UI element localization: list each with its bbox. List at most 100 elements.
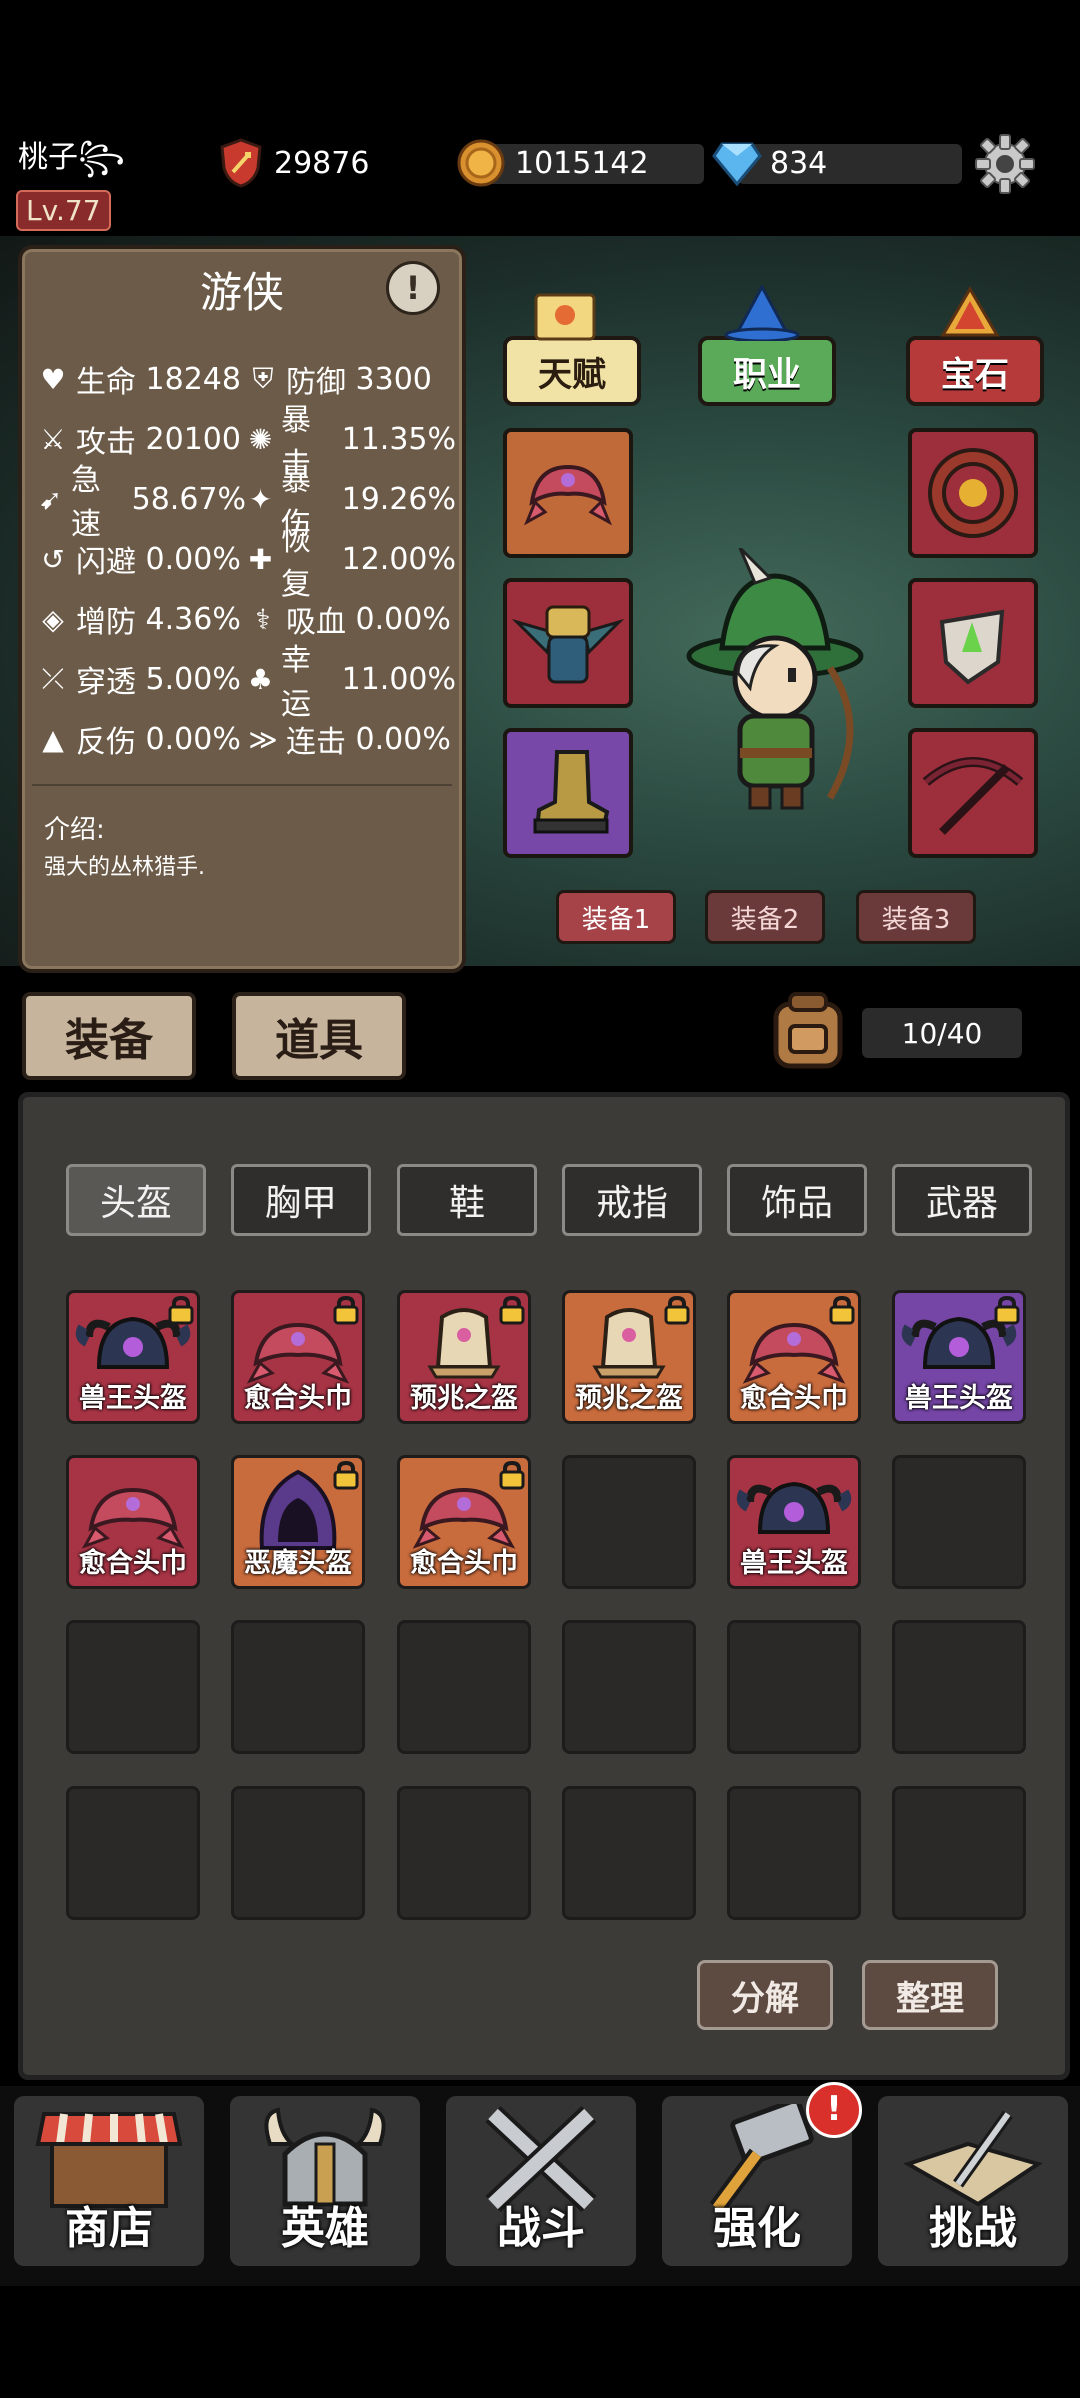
inventory-slot[interactable] bbox=[231, 1620, 365, 1754]
inventory-slot[interactable]: 愈合头巾 bbox=[66, 1455, 200, 1589]
intro-text: 强大的丛林猎手. bbox=[44, 855, 205, 880]
equip-set-2-tab[interactable]: 装备2 bbox=[705, 890, 825, 944]
stat-value: 19.26% bbox=[341, 481, 456, 517]
nav-shop-label: 商店 bbox=[65, 2203, 153, 2254]
lock-icon bbox=[498, 1460, 526, 1490]
nav-hero-label: 英雄 bbox=[281, 2203, 369, 2254]
nav-hero[interactable]: 英雄 bbox=[230, 2096, 420, 2266]
stat-label: 反伤 bbox=[76, 725, 136, 760]
speed-icon: ➹ bbox=[38, 482, 63, 516]
hero-info-panel: 游侠 ! ♥ 生命 18248 ⛨ 防御 3300 ⚔ 攻击 20100 ✺ 暴击 11… bbox=[18, 245, 466, 973]
item-name: 愈合头巾 bbox=[410, 1548, 518, 1579]
item-name: 兽王头盔 bbox=[79, 1383, 187, 1414]
item-name: 兽王头盔 bbox=[905, 1383, 1013, 1414]
inventory-slot[interactable] bbox=[727, 1620, 861, 1754]
equip-set-1-tab[interactable]: 装备1 bbox=[556, 890, 676, 944]
lock-icon bbox=[332, 1460, 360, 1490]
backpack-icon bbox=[773, 992, 843, 1069]
inventory-slot[interactable]: 恶魔头盔 bbox=[231, 1455, 365, 1589]
inventory-slot[interactable] bbox=[562, 1786, 696, 1920]
inventory-slot[interactable]: 愈合头巾 bbox=[397, 1455, 531, 1589]
stat-value: 58.67% bbox=[131, 481, 246, 517]
sword-icon: ⚔ bbox=[40, 422, 66, 456]
equip-set-3-tab[interactable]: 装备3 bbox=[856, 890, 976, 944]
inventory-slot[interactable] bbox=[231, 1786, 365, 1920]
player-level-badge: Lv.77 bbox=[16, 190, 111, 231]
lock-icon bbox=[828, 1295, 856, 1325]
item-name: 预兆之盔 bbox=[575, 1383, 683, 1414]
settings-gear-icon[interactable] bbox=[972, 131, 1038, 197]
equipped-helmet-slot[interactable] bbox=[503, 428, 633, 558]
inventory-slot[interactable]: 兽王头盔 bbox=[727, 1455, 861, 1589]
nav-challenge[interactable]: 挑战 bbox=[878, 2096, 1068, 2266]
gold-value: 1015142 bbox=[515, 145, 649, 181]
stat-value: 0.00% bbox=[145, 721, 241, 757]
boot-icon bbox=[533, 750, 610, 834]
stat-row: ↺ 闪避 0.00% ✚ 恢复 12.00% bbox=[36, 523, 456, 602]
gem-display: 834 bbox=[712, 138, 827, 188]
item-name: 兽王头盔 bbox=[740, 1548, 848, 1579]
inventory-slot[interactable]: 兽王头盔 bbox=[892, 1290, 1026, 1424]
stat-value: 4.36% bbox=[145, 601, 241, 637]
inventory-slot[interactable] bbox=[562, 1455, 696, 1589]
amulet-icon bbox=[939, 609, 1005, 685]
tab-equipment[interactable]: 装备 bbox=[22, 992, 196, 1080]
equipped-armor-slot[interactable] bbox=[503, 578, 633, 708]
pierce-icon: ⤫ bbox=[41, 662, 65, 695]
tab-items[interactable]: 道具 bbox=[232, 992, 406, 1080]
inventory-slot[interactable] bbox=[562, 1620, 696, 1754]
info-exclamation-icon[interactable]: ! bbox=[386, 261, 440, 315]
stat-label: 穿透 bbox=[76, 665, 136, 700]
stat-row: ▲ 反伤 0.00% ≫ 连击 0.00% bbox=[36, 709, 456, 769]
category-weapon[interactable]: 武器 bbox=[892, 1164, 1032, 1236]
equipped-ring-slot[interactable] bbox=[908, 428, 1038, 558]
category-shoes[interactable]: 鞋 bbox=[397, 1164, 537, 1236]
talent-button[interactable]: 天赋 bbox=[503, 336, 641, 406]
job-button[interactable]: 职业 bbox=[698, 336, 836, 406]
inventory-slot[interactable] bbox=[66, 1786, 200, 1920]
stat-label: 闪避 bbox=[76, 545, 136, 580]
inventory-slot[interactable] bbox=[727, 1786, 861, 1920]
inventory-slot[interactable]: 愈合头巾 bbox=[727, 1290, 861, 1424]
decompose-button[interactable]: 分解 bbox=[697, 1960, 833, 2030]
nav-battle[interactable]: 战斗 bbox=[446, 2096, 636, 2266]
diamond-icon bbox=[712, 142, 762, 186]
gem-button[interactable]: 宝石 bbox=[906, 336, 1044, 406]
inventory-slot[interactable] bbox=[892, 1786, 1026, 1920]
nav-shop[interactable]: 商店 bbox=[14, 2096, 204, 2266]
stat-value: 12.00% bbox=[341, 541, 456, 577]
inventory-slot[interactable]: 预兆之盔 bbox=[562, 1290, 696, 1424]
power-shield-icon bbox=[220, 138, 262, 188]
category-chest[interactable]: 胸甲 bbox=[231, 1164, 371, 1236]
organize-button[interactable]: 整理 bbox=[862, 1960, 998, 2030]
stat-value: 0.00% bbox=[355, 601, 451, 637]
power-value: 29876 bbox=[274, 145, 370, 181]
category-accessory[interactable]: 饰品 bbox=[727, 1164, 867, 1236]
category-ring[interactable]: 戒指 bbox=[562, 1164, 702, 1236]
inventory-slot[interactable]: 愈合头巾 bbox=[231, 1290, 365, 1424]
equipped-boots-slot[interactable] bbox=[503, 728, 633, 858]
inventory-slot[interactable] bbox=[397, 1786, 531, 1920]
inventory-slot[interactable] bbox=[892, 1620, 1026, 1754]
shield-icon: ⛨ bbox=[252, 362, 274, 395]
item-name: 愈合头巾 bbox=[740, 1383, 848, 1414]
stat-label: 生命 bbox=[76, 365, 136, 400]
inventory-slot[interactable] bbox=[397, 1620, 531, 1754]
inventory-slot[interactable]: 预兆之盔 bbox=[397, 1290, 531, 1424]
equipped-accessory-slot[interactable] bbox=[908, 578, 1038, 708]
stat-value: 18248 bbox=[145, 361, 241, 397]
top-status-bar: 桃子꧂ Lv.77 29876 1015142 834 bbox=[0, 118, 1080, 231]
nav-challenge-label: 挑战 bbox=[929, 2203, 1017, 2254]
inventory-slot[interactable] bbox=[66, 1620, 200, 1754]
intro-label: 介绍: bbox=[44, 815, 105, 845]
category-helmet[interactable]: 头盔 bbox=[66, 1164, 206, 1236]
gold-coin-icon bbox=[457, 139, 505, 187]
crit-damage-icon: ✦ bbox=[248, 482, 273, 516]
inventory-slot[interactable]: 兽王头盔 bbox=[66, 1290, 200, 1424]
panel-divider bbox=[32, 784, 452, 786]
item-name: 预兆之盔 bbox=[410, 1383, 518, 1414]
equipped-weapon-slot[interactable] bbox=[908, 728, 1038, 858]
stat-value: 0.00% bbox=[355, 721, 451, 757]
inventory-slot[interactable] bbox=[892, 1455, 1026, 1589]
book-icon bbox=[534, 293, 596, 341]
